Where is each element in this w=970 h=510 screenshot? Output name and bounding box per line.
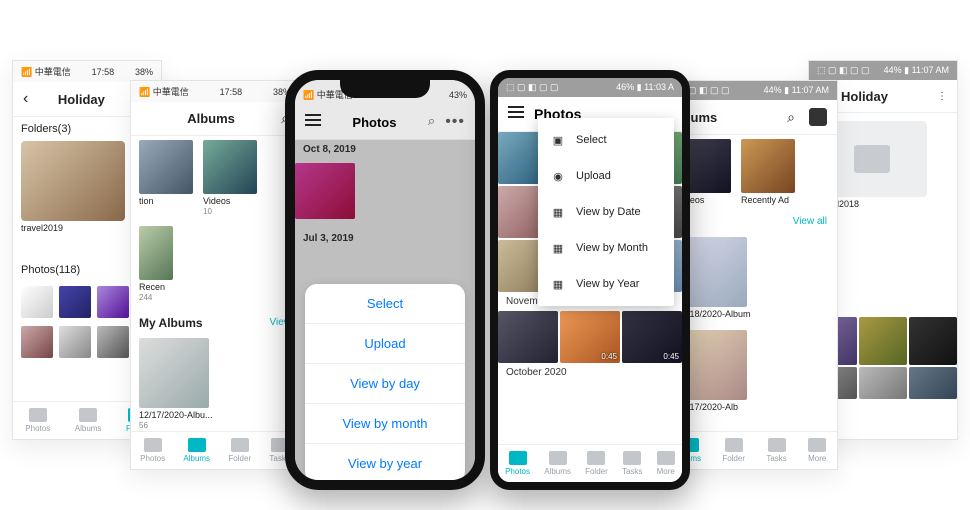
status-icons: ⬚ ▢ ◧ ▢ ▢	[817, 65, 870, 76]
sheet-view-year[interactable]: View by year	[305, 443, 465, 483]
menu-view-date[interactable]: ▦ View by Date	[538, 194, 674, 230]
sheet-view-day[interactable]: View by day	[305, 363, 465, 403]
page-title: Photos	[352, 115, 396, 130]
nav-folder[interactable]: Folder	[228, 438, 251, 463]
bottom-nav: Photos Albums Folder Tasks	[131, 431, 299, 469]
carrier-label: 📶 中華電信	[21, 65, 71, 78]
nav-bar: Albums ⌕	[131, 102, 299, 136]
status-right: 44% ▮ 11:07 AM	[764, 85, 829, 96]
photo-thumb[interactable]	[59, 286, 91, 318]
nav-tasks[interactable]: Tasks	[622, 451, 642, 476]
nav-folder[interactable]: Folder	[585, 451, 608, 476]
video-thumb[interactable]: 0:45	[560, 311, 620, 363]
notch	[340, 80, 430, 98]
status-bar: ⬚ ▢ ◧ ▢ ▢ 44% ▮ 11:07 AM	[669, 81, 837, 100]
category-card[interactable]: Recen 244	[139, 226, 173, 302]
sheet-upload[interactable]: Upload	[305, 323, 465, 363]
status-right: 46% ▮ 11:03 A	[616, 82, 674, 93]
photo-thumb[interactable]	[21, 286, 53, 318]
more-vert-icon[interactable]: ⋮	[937, 91, 947, 102]
status-bar: ⬚ ▢ ◧ ▢ ▢ 44% ▮ 11:07 AM	[809, 61, 957, 80]
grid-icon: ▦	[550, 240, 566, 256]
nav-bar: Photos ⌕ •••	[295, 105, 475, 140]
search-icon[interactable]: ⌕	[787, 109, 795, 126]
nav-photos[interactable]: Photos	[505, 451, 530, 476]
nav-albums[interactable]: Albums	[544, 451, 571, 476]
category-card[interactable]: tion	[139, 140, 193, 216]
nav-photos[interactable]: Photos	[140, 438, 165, 463]
sheet-view-month[interactable]: View by month	[305, 403, 465, 443]
bottom-nav: lbums Folder Tasks More	[669, 431, 837, 469]
video-duration: 0:45	[601, 352, 617, 361]
page-title: Albums	[187, 111, 235, 126]
menu-view-month[interactable]: ▦ View by Month	[538, 230, 674, 266]
category-card[interactable]: Videos 10	[203, 140, 257, 216]
nav-albums[interactable]: Albums	[183, 438, 210, 463]
avatar-icon[interactable]	[809, 108, 827, 126]
photo-thumb[interactable]	[97, 326, 129, 358]
folder-icon	[854, 145, 890, 173]
nav-folder[interactable]: Folder	[722, 438, 745, 463]
menu-upload[interactable]: ◉ Upload	[538, 158, 674, 194]
status-icons: ⬚ ▢ ◧ ▢ ▢	[506, 82, 559, 93]
nav-more[interactable]: More	[808, 438, 826, 463]
category-card[interactable]: Recently Ad	[741, 139, 795, 206]
battery-label: 38%	[135, 67, 153, 77]
photo-thumb[interactable]	[909, 317, 957, 365]
photo-thumb[interactable]	[21, 326, 53, 358]
camera-icon: ◉	[550, 168, 566, 184]
clock-label: 17:58	[220, 87, 243, 97]
grid-icon: ▦	[550, 204, 566, 220]
photo-thumb[interactable]	[859, 317, 907, 365]
more-icon[interactable]: •••	[445, 113, 465, 131]
month-heading: October 2020	[498, 363, 682, 382]
nav-bar: lbums ⌕	[669, 100, 837, 135]
nav-more[interactable]: More	[657, 451, 675, 476]
page-title: Holiday	[58, 92, 105, 107]
status-bar: ⬚ ▢ ◧ ▢ ▢ 46% ▮ 11:03 A	[498, 78, 682, 97]
status-right: 44% ▮ 11:07 AM	[884, 65, 949, 76]
grid-icon: ▦	[550, 276, 566, 292]
nav-tasks[interactable]: Tasks	[766, 438, 786, 463]
bottom-nav: Photos Albums Folder Tasks More	[498, 444, 682, 482]
select-icon: ▣	[550, 132, 566, 148]
status-bar: 📶 中華電信 17:58 38%	[131, 81, 299, 102]
photo-thumb[interactable]	[909, 367, 957, 399]
carrier-label: 📶 中華電信	[139, 85, 189, 98]
battery-label: 43%	[449, 90, 467, 100]
sheet-select[interactable]: Select	[305, 284, 465, 323]
photo-thumb[interactable]	[97, 286, 129, 318]
status-bar: 📶 中華電信 17:58 38%	[13, 61, 161, 82]
page-title: Holiday	[833, 89, 937, 104]
menu-icon[interactable]	[305, 113, 321, 131]
album-card[interactable]: 12/17/2020-Albu... 56	[139, 338, 213, 430]
nav-albums[interactable]: Albums	[75, 408, 102, 433]
viewall-link[interactable]: View all	[793, 216, 827, 227]
video-duration: 0:45	[663, 352, 679, 361]
action-sheet: Select Upload View by day View by month …	[305, 284, 465, 490]
menu-icon[interactable]	[508, 105, 524, 123]
photo-thumb[interactable]	[498, 311, 558, 363]
back-icon[interactable]: ‹	[23, 90, 28, 108]
video-thumb[interactable]: 0:45	[622, 311, 682, 363]
context-menu: ▣ Select ◉ Upload ▦ View by Date ▦ View …	[538, 118, 674, 306]
search-icon[interactable]: ⌕	[428, 113, 435, 131]
nav-photos[interactable]: Photos	[25, 408, 50, 433]
menu-view-year[interactable]: ▦ View by Year	[538, 266, 674, 302]
photo-thumb[interactable]	[59, 326, 91, 358]
photo-thumb[interactable]	[859, 367, 907, 399]
myalbums-heading: My Albums	[139, 316, 203, 330]
clock-label: 17:58	[92, 67, 115, 77]
menu-select[interactable]: ▣ Select	[538, 122, 674, 158]
